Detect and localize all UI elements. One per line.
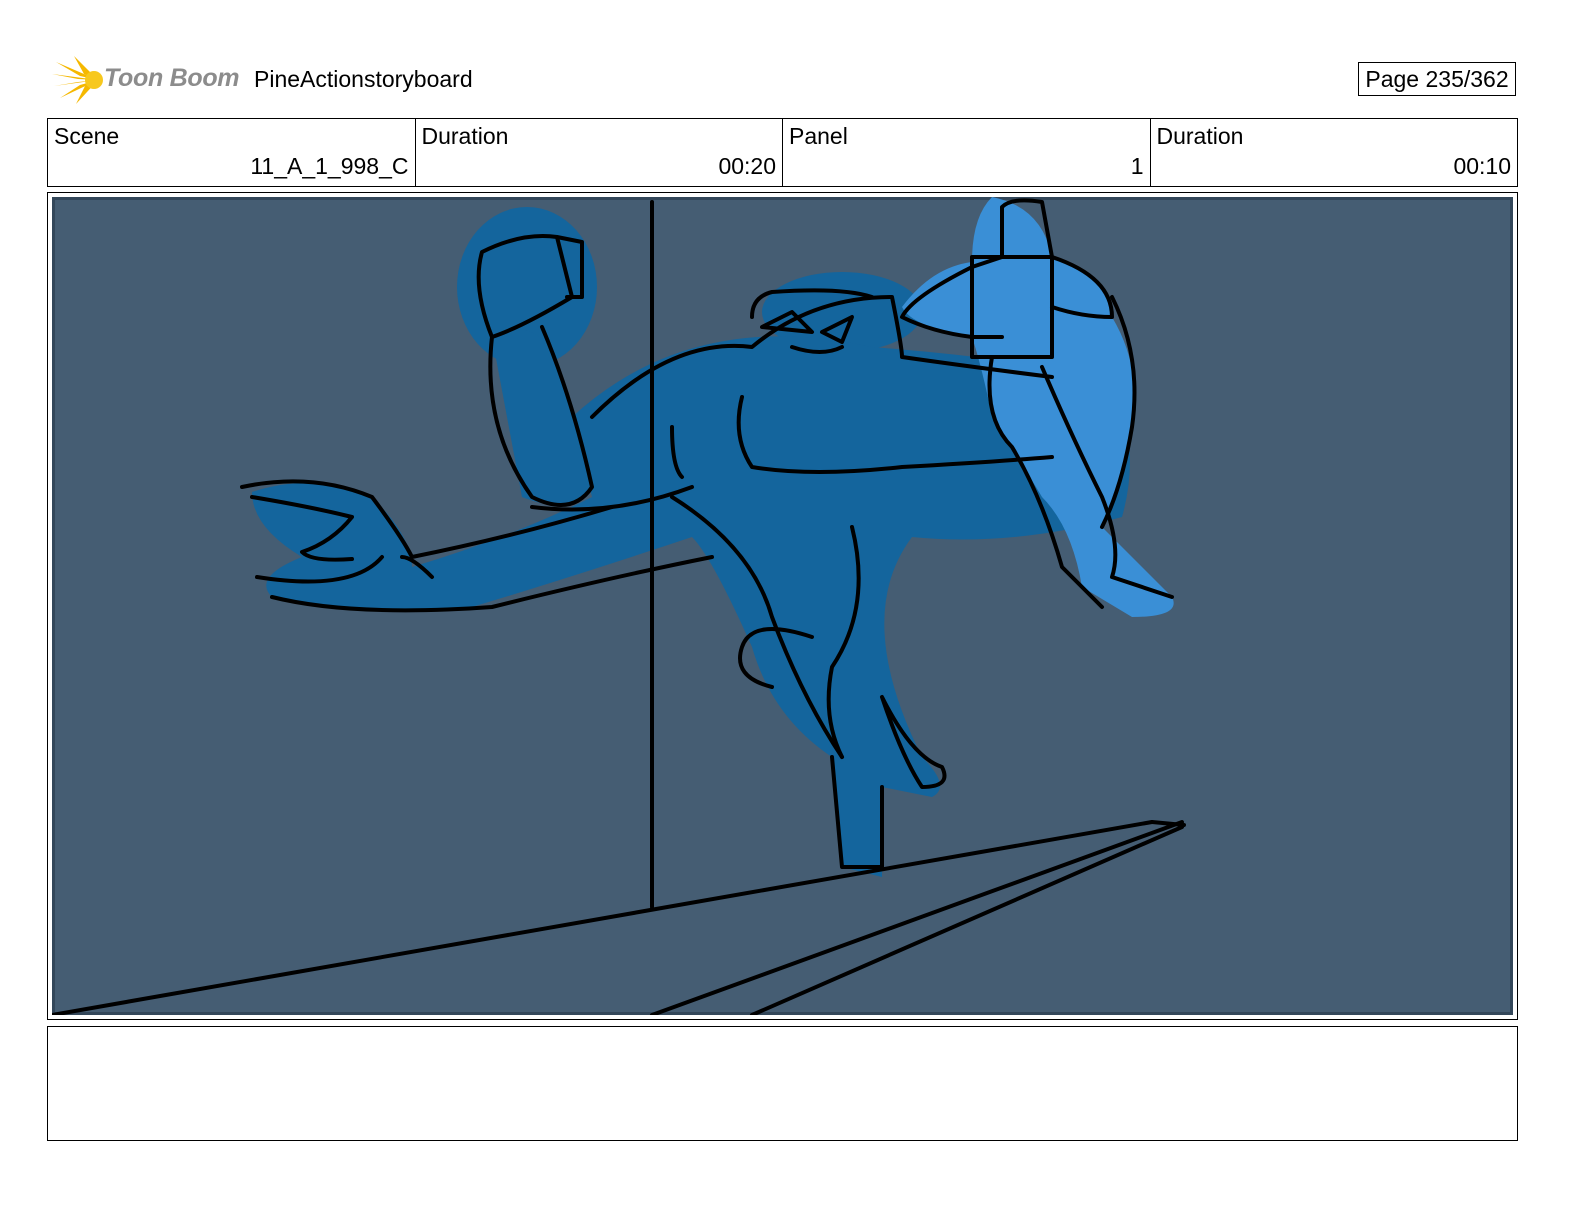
scene-cell: Scene 11_A_1_998_C bbox=[48, 119, 416, 186]
scene-duration-label: Duration bbox=[421, 123, 509, 149]
logo-text: Toon Boom bbox=[104, 64, 240, 92]
panel-duration-label: Duration bbox=[1156, 123, 1244, 149]
scene-label: Scene bbox=[54, 123, 120, 149]
page-indicator: Page 235/362 bbox=[1358, 62, 1516, 96]
panel-cell: Panel 1 bbox=[783, 119, 1151, 186]
scene-value: 11_A_1_998_C bbox=[250, 153, 409, 179]
storyboard-panel bbox=[47, 192, 1518, 1020]
scene-info-table: Scene 11_A_1_998_C Duration 00:20 Panel … bbox=[47, 118, 1518, 187]
panel-label: Panel bbox=[789, 123, 848, 149]
panel-drawing bbox=[52, 197, 1513, 1015]
starburst-icon bbox=[52, 56, 103, 104]
scene-duration-cell: Duration 00:20 bbox=[416, 119, 783, 186]
panel-duration-cell: Duration 00:10 bbox=[1151, 119, 1518, 186]
panel-notes bbox=[47, 1026, 1518, 1141]
panel-duration-value: 00:10 bbox=[1453, 153, 1511, 179]
scene-duration-value: 00:20 bbox=[718, 153, 776, 179]
project-title: PineActionstoryboard bbox=[254, 66, 473, 92]
panel-value: 1 bbox=[1130, 153, 1144, 179]
